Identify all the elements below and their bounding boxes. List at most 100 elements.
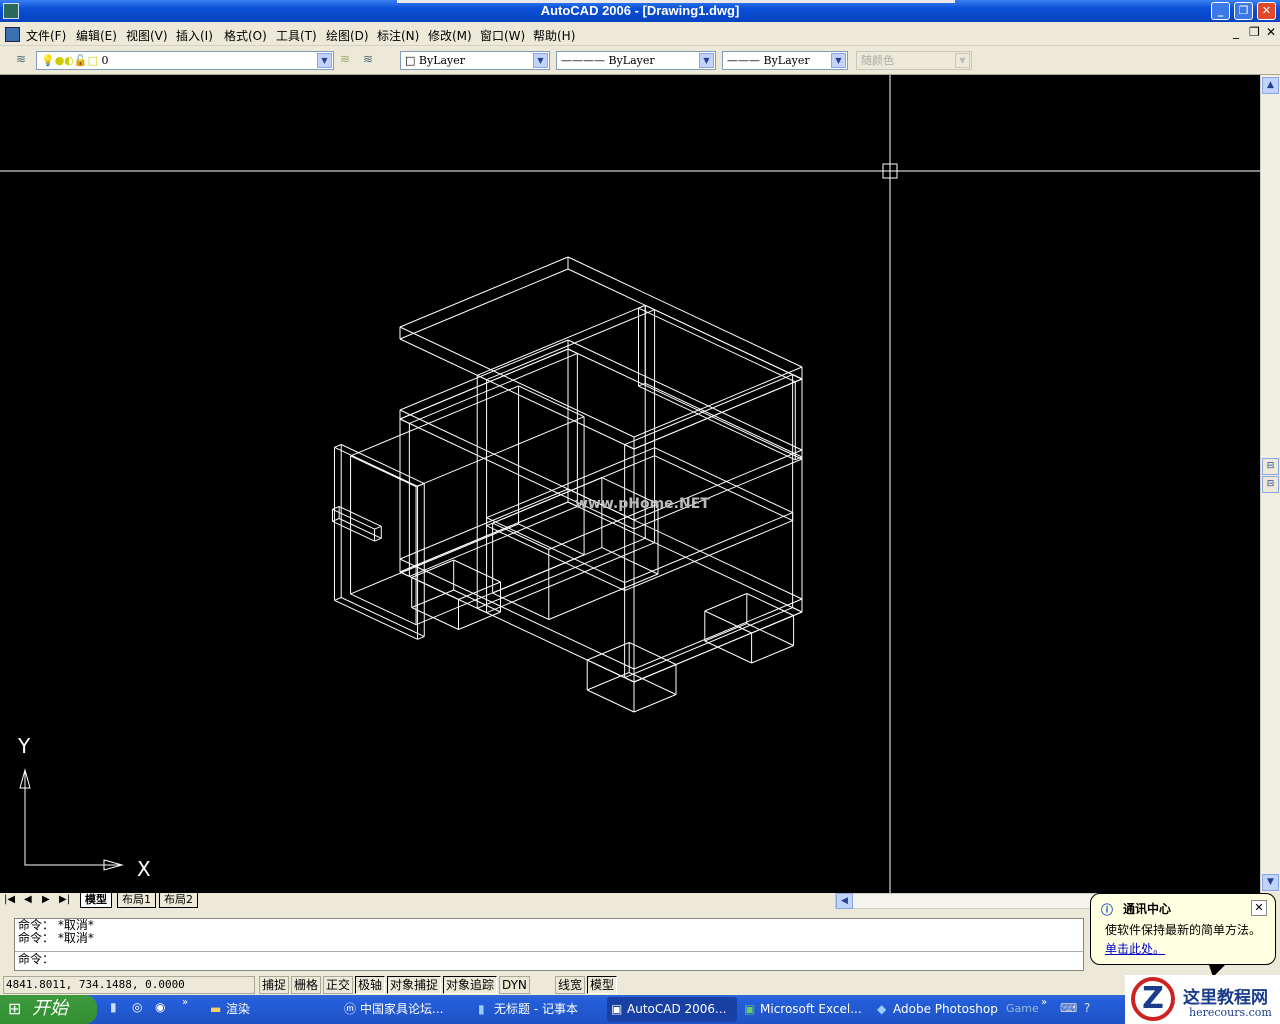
split-icon[interactable]: ⊟ <box>1262 476 1279 493</box>
menu-bar: 文件(F) 编辑(E) 视图(V) 插入(I) 格式(O) 工具(T) 绘图(D… <box>0 22 1280 46</box>
edge <box>633 458 803 530</box>
menu-insert[interactable]: 插入(I) <box>176 27 213 44</box>
toolbar-game[interactable]: Game <box>1006 1002 1039 1015</box>
chevron-down-icon[interactable]: ▼ <box>831 53 846 68</box>
task-furniture-forum[interactable]: ⓜ 中国家具论坛... <box>340 997 470 1022</box>
logo-z-icon: Z <box>1131 977 1175 1021</box>
prev-tab-button[interactable]: ◀ <box>24 894 32 905</box>
edge <box>409 505 578 577</box>
balloon-link[interactable]: 单击此处。 <box>1105 940 1165 957</box>
document-icon[interactable] <box>5 27 20 42</box>
chevron-down-icon: ▼ <box>955 53 970 68</box>
task-autocad[interactable]: ▣ AutoCAD 2006... <box>607 997 737 1022</box>
status-toggle-2[interactable]: 正交 <box>323 976 354 994</box>
status-toggle-3[interactable]: 极轴 <box>355 976 386 994</box>
edge <box>586 659 635 683</box>
drawing-canvas[interactable]: www.pHome.NET Y X <box>0 75 1260 893</box>
edge <box>350 593 417 626</box>
layout-tabs-row: |◀ ◀ ▶ ▶| 模型 布局1 布局2 ◀ <box>0 893 1280 909</box>
start-label: 开始 <box>32 998 68 1019</box>
status-toggle-5[interactable]: 对象追踪 <box>443 976 498 994</box>
scroll-up-button[interactable]: ▲ <box>1262 77 1279 94</box>
task-render-folder[interactable]: ▬ 渲染 <box>206 997 334 1022</box>
media-player-icon[interactable]: ◉ <box>155 1000 165 1014</box>
status-toggle-8[interactable]: 模型 <box>587 976 618 994</box>
menu-tools[interactable]: 工具(T) <box>276 27 317 44</box>
task-label: 渲染 <box>226 1002 251 1016</box>
coordinates-readout: 4841.8011, 734.1488, 0.0000 <box>3 976 255 994</box>
edge <box>409 352 578 424</box>
color-dropdown[interactable]: □ ByLayer ▼ <box>400 51 550 70</box>
layer-previous-icon[interactable]: ≋ <box>363 52 373 66</box>
edge <box>633 366 803 438</box>
menu-format[interactable]: 格式(O) <box>224 27 267 44</box>
command-window[interactable]: 命令： *取消* 命令： *取消* 命令： <box>14 918 1084 971</box>
start-button[interactable]: ⊞ 开始 <box>0 995 97 1024</box>
make-object-layer-current-icon[interactable]: ≋ <box>340 52 350 66</box>
doc-restore-button[interactable]: ❐ <box>1249 25 1260 39</box>
status-toggle-0[interactable]: 捕捉 <box>259 976 290 994</box>
ucs-y-label: Y <box>17 734 31 758</box>
chevron-down-icon[interactable]: ▼ <box>533 53 548 68</box>
toolbar-more-icon[interactable]: » <box>1041 997 1047 1008</box>
edge <box>704 640 752 664</box>
command-history-line: 命令： *取消* <box>18 931 94 945</box>
show-desktop-icon[interactable]: ▮ <box>110 1000 117 1014</box>
properties-toolbar: ≋ 💡●◐🔓□ 0 ▼ ≋ ≋ □ ByLayer ▼ ———— ByLayer ▼… <box>0 46 1280 75</box>
doc-close-button[interactable]: ✕ <box>1266 25 1276 39</box>
edge <box>704 593 747 612</box>
minimize-button[interactable]: _ <box>1211 2 1230 20</box>
status-toggle-1[interactable]: 栅格 <box>291 976 322 994</box>
quicklaunch-more-icon[interactable]: » <box>182 997 188 1008</box>
doc-minimize-button[interactable]: _ <box>1233 25 1239 39</box>
model-space[interactable]: www.pHome.NET Y X <box>0 75 1260 893</box>
folder-icon: ▬ <box>210 1002 222 1016</box>
edge <box>633 664 677 683</box>
layer-dropdown[interactable]: 💡●◐🔓□ 0 ▼ <box>36 51 334 70</box>
task-excel[interactable]: ▣ Microsoft Excel... <box>740 997 870 1022</box>
scroll-down-button[interactable]: ▼ <box>1262 874 1279 891</box>
status-toggle-6[interactable]: DYN <box>499 976 530 994</box>
keyboard-icon[interactable]: ⌨ <box>1060 1001 1077 1015</box>
lineweight-dropdown[interactable]: ——— ByLayer ▼ <box>722 51 848 70</box>
chevron-down-icon[interactable]: ▼ <box>699 53 714 68</box>
status-toggle-4[interactable]: 对象捕捉 <box>387 976 442 994</box>
menu-dimension[interactable]: 标注(N) <box>377 27 419 44</box>
next-tab-button[interactable]: ▶ <box>42 894 50 905</box>
first-tab-button[interactable]: |◀ <box>4 894 15 905</box>
menu-modify[interactable]: 修改(M) <box>428 27 472 44</box>
scroll-left-button[interactable]: ◀ <box>836 893 853 909</box>
split-icon[interactable]: ⊟ <box>1262 458 1279 475</box>
menu-draw[interactable]: 绘图(D) <box>326 27 369 44</box>
status-toggle-7[interactable]: 线宽 <box>555 976 586 994</box>
tab-layout1[interactable]: 布局1 <box>117 893 156 908</box>
top-panel <box>399 256 803 450</box>
photoshop-icon: ◆ <box>877 1002 887 1016</box>
restore-button[interactable]: ❐ <box>1234 2 1253 20</box>
layer-manager-icon[interactable]: ≋ <box>16 52 26 66</box>
balloon-close-button[interactable]: ✕ <box>1251 900 1267 916</box>
ie-icon[interactable]: ◎ <box>132 1000 142 1014</box>
last-tab-button[interactable]: ▶| <box>59 894 70 905</box>
menu-view[interactable]: 视图(V) <box>126 27 168 44</box>
communication-center-balloon: ⓘ 通讯中心 ✕ 使软件保持最新的简单方法。 单击此处。 <box>1090 893 1276 977</box>
edge <box>417 483 425 487</box>
linetype-dropdown[interactable]: ———— ByLayer ▼ <box>556 51 716 70</box>
autocad-icon: ▣ <box>611 1002 623 1016</box>
vertical-scrollbar[interactable]: ▲ ⊟ ⊟ ▼ <box>1260 75 1280 893</box>
menu-help[interactable]: 帮助(H) <box>533 27 575 44</box>
help-icon[interactable]: ? <box>1084 1001 1090 1015</box>
cabinet-wireframe <box>331 256 803 713</box>
chevron-down-icon[interactable]: ▼ <box>317 53 332 68</box>
tab-model[interactable]: 模型 <box>80 893 112 908</box>
tab-layout2[interactable]: 布局2 <box>159 893 198 908</box>
close-button[interactable]: ✕ <box>1257 2 1276 20</box>
command-prompt[interactable]: 命令： <box>15 951 1083 966</box>
menu-file[interactable]: 文件(F) <box>26 27 66 44</box>
task-photoshop[interactable]: ◆ Adobe Photoshop <box>873 997 1003 1022</box>
menu-edit[interactable]: 编辑(E) <box>76 27 117 44</box>
menu-window[interactable]: 窗口(W) <box>480 27 525 44</box>
task-notepad[interactable]: ▮ 无标题 - 记事本 <box>474 997 604 1022</box>
linetype-value: ByLayer <box>608 54 655 67</box>
edge <box>638 307 796 383</box>
